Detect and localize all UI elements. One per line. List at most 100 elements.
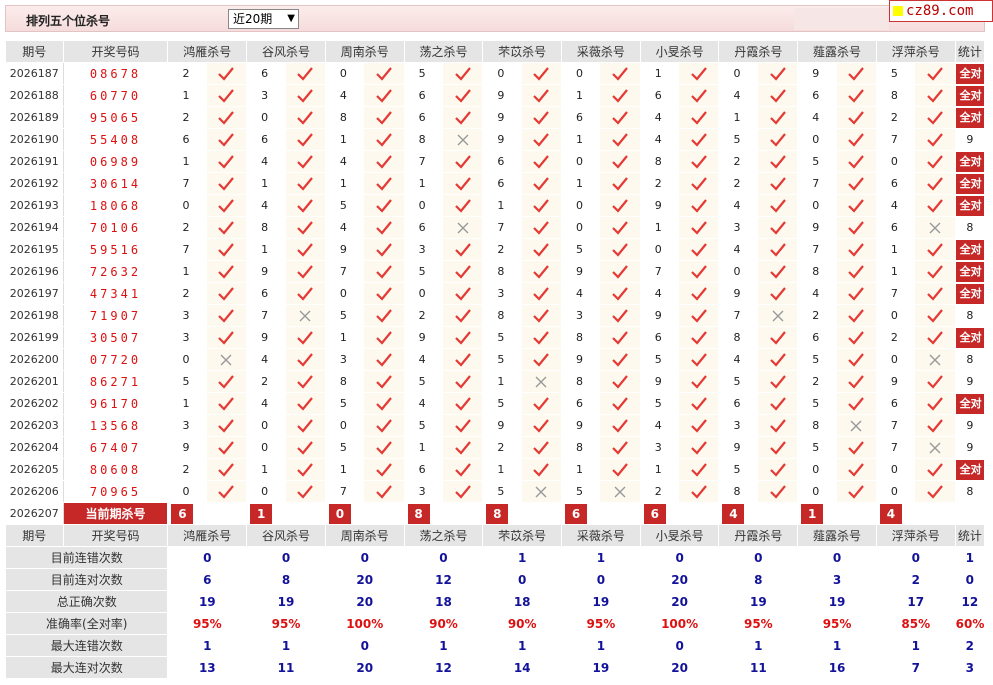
result-mark-cell (284, 128, 326, 151)
check-icon (769, 396, 786, 411)
stats-value: 18 (403, 590, 484, 613)
check-icon (691, 308, 707, 323)
check-icon (769, 176, 786, 191)
check-icon (218, 132, 235, 147)
stats-value: 13 (167, 656, 248, 679)
result-mark-cell (756, 348, 799, 371)
stats-label: 准确率(全对率) (4, 612, 169, 635)
result-mark-cell (363, 392, 405, 415)
kill-number-cell: 9 (482, 106, 522, 129)
logo-text: cz89.com (906, 3, 974, 19)
result-mark-cell (678, 194, 720, 217)
check-icon (612, 330, 628, 345)
col-expert-header: 采薇杀号 (561, 40, 641, 63)
kill-number-cell: 0 (246, 106, 286, 129)
result-mark-cell (678, 348, 720, 371)
result-mark-cell (678, 150, 720, 173)
check-icon (927, 396, 943, 411)
check-icon (612, 132, 628, 147)
kill-number-cell: 2 (718, 150, 758, 173)
period-cell: 2026204 (5, 436, 64, 459)
stats-value: 2 (954, 634, 986, 657)
kill-number-cell: 0 (875, 348, 916, 371)
result-mark-cell (363, 150, 405, 173)
kill-number-cell: 0 (561, 194, 601, 217)
check-icon (533, 352, 550, 367)
check-icon (297, 396, 314, 411)
kill-number-cell: 9 (482, 84, 522, 107)
table-row: 2026188 60770 1 3 4 6 9 1 6 4 6 8 全对 (5, 84, 986, 107)
col-expert-header: 周南杀号 (324, 524, 405, 547)
current-kill-badge: 1 (801, 503, 824, 524)
result-mark-cell (441, 238, 484, 261)
site-logo[interactable]: cz89.com (889, 0, 993, 22)
kill-number-cell: 9 (482, 128, 522, 151)
result-mark-cell (678, 436, 720, 459)
kill-number-cell: 4 (639, 106, 680, 129)
result-mark-cell (756, 370, 799, 393)
kill-number-cell: 1 (639, 62, 680, 85)
check-icon (297, 264, 314, 279)
current-kill-badge: 6 (565, 503, 588, 524)
check-icon (533, 242, 550, 257)
draw-number-cell: 30507 (62, 326, 169, 349)
period-cell: 2026188 (5, 84, 64, 107)
check-icon (297, 352, 314, 367)
table-row: 2026196 72632 1 9 7 5 8 9 7 0 8 1 全对 (5, 260, 986, 283)
stat-cell: 9 (954, 436, 986, 459)
check-icon (376, 242, 392, 257)
stat-cell: 全对 (954, 106, 986, 129)
result-mark-cell (756, 194, 799, 217)
current-kill-badge: 6 (171, 503, 194, 524)
kill-number-cell: 3 (403, 238, 443, 261)
kill-number-cell: 1 (324, 326, 365, 349)
kill-number-cell: 8 (797, 260, 837, 283)
result-mark-cell (441, 370, 484, 393)
stats-value: 90% (403, 612, 484, 635)
all-correct-badge: 全对 (956, 239, 984, 260)
stat-cell: 全对 (954, 84, 986, 107)
kill-number-cell: 1 (561, 458, 601, 481)
kill-number-cell: 0 (875, 150, 916, 173)
result-mark-cell (914, 62, 956, 85)
result-mark-cell (914, 106, 956, 129)
kill-number-cell: 5 (167, 370, 207, 393)
result-mark-cell (678, 62, 720, 85)
col-expert-header: 芣苡杀号 (482, 40, 563, 63)
kill-number-cell: 3 (561, 304, 601, 327)
result-mark-cell (914, 238, 956, 261)
result-mark-cell (678, 370, 720, 393)
result-mark-cell (284, 238, 326, 261)
kill-number-cell: 9 (246, 326, 286, 349)
correct-count: 8 (966, 485, 974, 498)
result-mark-cell (363, 84, 405, 107)
stats-value: 0 (797, 546, 877, 569)
draw-number-cell: 71907 (62, 304, 169, 327)
result-mark-cell (520, 282, 563, 305)
draw-number-cell: 08678 (62, 62, 169, 85)
result-mark-cell (835, 128, 877, 151)
check-icon (848, 198, 865, 213)
period-select[interactable]: 近20期 ▼ (228, 9, 299, 29)
result-mark-cell (914, 458, 956, 481)
kill-number-cell: 1 (482, 370, 522, 393)
check-icon (454, 66, 471, 81)
kill-number-cell: 6 (639, 84, 680, 107)
kill-number-cell: 3 (167, 304, 207, 327)
kill-number-cell: 6 (246, 128, 286, 151)
stats-value: 90% (482, 612, 563, 635)
check-icon (691, 440, 707, 455)
check-icon (297, 484, 314, 499)
stats-value: 1 (561, 546, 641, 569)
check-icon (927, 88, 943, 103)
result-mark-cell (363, 436, 405, 459)
check-icon (612, 176, 628, 191)
kill-number-cell: 7 (167, 238, 207, 261)
check-icon (612, 242, 628, 257)
kill-number-cell: 2 (167, 282, 207, 305)
stats-label: 最大连对次数 (4, 656, 169, 679)
cross-icon (220, 354, 232, 365)
kill-number-cell: 8 (797, 414, 837, 437)
check-icon (376, 176, 392, 191)
check-icon (691, 88, 707, 103)
